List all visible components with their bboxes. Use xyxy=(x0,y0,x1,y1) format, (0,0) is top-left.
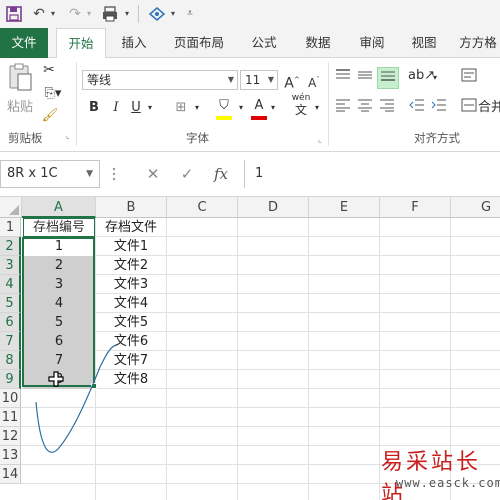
touch-dropdown-icon[interactable]: ▾ xyxy=(168,3,178,25)
bottom-align-icon[interactable] xyxy=(377,67,399,89)
format-painter-icon[interactable]: 🖌 xyxy=(40,106,60,126)
dialog-launcher-icon[interactable]: ⌞ xyxy=(66,131,70,140)
clipboard-group-label: 剪贴板 ⌞ xyxy=(8,130,70,146)
touch-mode-icon[interactable] xyxy=(146,3,168,25)
customize-qat-icon[interactable]: ⩡ xyxy=(184,3,196,25)
fill-color-icon[interactable]: ⛉ xyxy=(214,96,234,120)
align-center-icon[interactable] xyxy=(356,98,374,119)
borders-dropdown-icon[interactable]: ▾ xyxy=(192,98,202,118)
tab-home[interactable]: 开始 xyxy=(56,28,106,59)
formula-controls: ✕ ✓ fx xyxy=(138,160,238,188)
chevron-down-icon: ▼ xyxy=(267,75,274,84)
print-preview-icon[interactable] xyxy=(100,3,122,25)
group-separator xyxy=(76,62,77,146)
tab-view[interactable]: 视图 xyxy=(402,28,446,58)
tab-data[interactable]: 数据 xyxy=(296,28,340,58)
cut-icon[interactable]: ✂ xyxy=(40,60,58,80)
phonetic-dropdown-icon[interactable]: ▾ xyxy=(312,98,322,118)
tab-page-layout[interactable]: 页面布局 xyxy=(166,28,232,58)
borders-icon[interactable]: ⊞ xyxy=(172,98,190,118)
underline-button[interactable]: U xyxy=(128,98,144,118)
name-box[interactable]: 8R x 1C ▼ xyxy=(0,160,100,188)
orientation-dropdown-icon[interactable]: ▾ xyxy=(430,68,440,88)
wrap-text-icon[interactable] xyxy=(460,68,478,89)
tab-fangfangge[interactable]: 方方格 xyxy=(456,28,500,58)
tab-formulas[interactable]: 公式 xyxy=(242,28,286,58)
fill-color-swatch xyxy=(216,116,232,120)
font-size-value: 11 xyxy=(245,73,261,87)
grow-font-label: A xyxy=(284,75,294,92)
cancel-icon[interactable]: ✕ xyxy=(138,160,168,188)
increase-indent-icon[interactable] xyxy=(430,98,448,119)
formula-bar: 8R x 1C ▼ ✕ ✓ fx 1 xyxy=(0,152,500,197)
top-align-icon[interactable] xyxy=(334,68,352,89)
ribbon-home: 粘贴 ✂ ⎘▾ 🖌 剪贴板 ⌞ 等线 ▼ 11 ▼ A^ Aˇ B I U ▾ … xyxy=(0,58,500,152)
font-color-icon[interactable]: A xyxy=(250,96,268,120)
name-box-value: 8R x 1C xyxy=(7,166,58,181)
insert-function-button[interactable]: fx xyxy=(206,160,236,188)
drag-handle-icon[interactable] xyxy=(112,166,116,182)
undo-dropdown-icon[interactable]: ▾ xyxy=(48,3,58,25)
font-name-value: 等线 xyxy=(87,73,112,87)
font-name-select[interactable]: 等线 ▼ xyxy=(82,70,238,90)
quick-access-toolbar: ↶ ▾ ↷ ▾ ▾ ▾ ⩡ xyxy=(0,0,500,28)
undo-icon[interactable]: ↶ xyxy=(30,3,48,25)
paste-icon[interactable] xyxy=(6,62,34,96)
tab-review[interactable]: 审阅 xyxy=(350,28,394,58)
merge-center-icon[interactable] xyxy=(460,98,478,119)
redo-icon[interactable]: ↷ xyxy=(66,3,84,25)
copy-icon[interactable]: ⎘▾ xyxy=(40,84,66,104)
clipboard-group-text: 剪贴板 xyxy=(8,131,43,145)
bold-button[interactable]: B xyxy=(86,98,102,118)
watermark-logo: 易采站长站 xyxy=(381,450,482,500)
italic-button[interactable]: I xyxy=(108,98,124,118)
font-size-select[interactable]: 11 ▼ xyxy=(240,70,278,90)
paint-bucket-icon: ⛉ xyxy=(219,98,229,113)
chevron-down-icon: ▼ xyxy=(86,169,93,179)
print-dropdown-icon[interactable]: ▾ xyxy=(122,3,132,25)
font-dialog-launcher-icon[interactable]: ⌞ xyxy=(316,130,324,150)
group-separator xyxy=(328,62,329,146)
watermark-url: www.easck.com xyxy=(396,476,500,490)
grow-font-button[interactable]: A^ xyxy=(282,70,302,94)
font-group-label: 字体 xyxy=(186,131,209,145)
tab-file[interactable]: 文件 xyxy=(0,28,48,58)
phonetic-guide-icon[interactable]: wén 文 xyxy=(290,92,312,116)
excel-window: ↶ ▾ ↷ ▾ ▾ ▾ ⩡ 文件 开始 插入 页面布局 公式 数据 审阅 视图 … xyxy=(0,0,500,500)
orientation-icon[interactable]: ab↗ xyxy=(408,66,435,86)
font-color-letter: A xyxy=(254,98,264,113)
redo-dropdown-icon[interactable]: ▾ xyxy=(84,3,94,25)
merge-center-button[interactable]: 合并 xyxy=(478,98,500,118)
font-color-swatch xyxy=(251,116,267,120)
align-right-icon[interactable] xyxy=(378,98,396,119)
enter-icon[interactable]: ✓ xyxy=(172,160,202,188)
fill-dropdown-icon[interactable]: ▾ xyxy=(236,98,246,118)
formula-input[interactable]: 1 xyxy=(244,160,500,188)
middle-align-icon[interactable] xyxy=(356,68,374,89)
paste-button-label[interactable]: 粘贴 xyxy=(4,98,36,118)
underline-dropdown-icon[interactable]: ▾ xyxy=(144,98,156,118)
shrink-font-button[interactable]: Aˇ xyxy=(304,70,324,93)
save-icon[interactable] xyxy=(4,3,24,25)
decrease-indent-icon[interactable] xyxy=(408,98,426,119)
align-left-icon[interactable] xyxy=(334,98,352,119)
chevron-down-icon: ▼ xyxy=(227,75,234,84)
qat-separator xyxy=(138,5,139,23)
font-color-dropdown-icon[interactable]: ▾ xyxy=(268,98,278,118)
ribbon-tab-bar: 文件 开始 插入 页面布局 公式 数据 审阅 视图 方方格 xyxy=(0,28,500,59)
pinyin-char: 文 xyxy=(294,103,307,117)
alignment-group-label: 对齐方式 xyxy=(414,131,460,145)
tab-insert[interactable]: 插入 xyxy=(112,28,156,58)
